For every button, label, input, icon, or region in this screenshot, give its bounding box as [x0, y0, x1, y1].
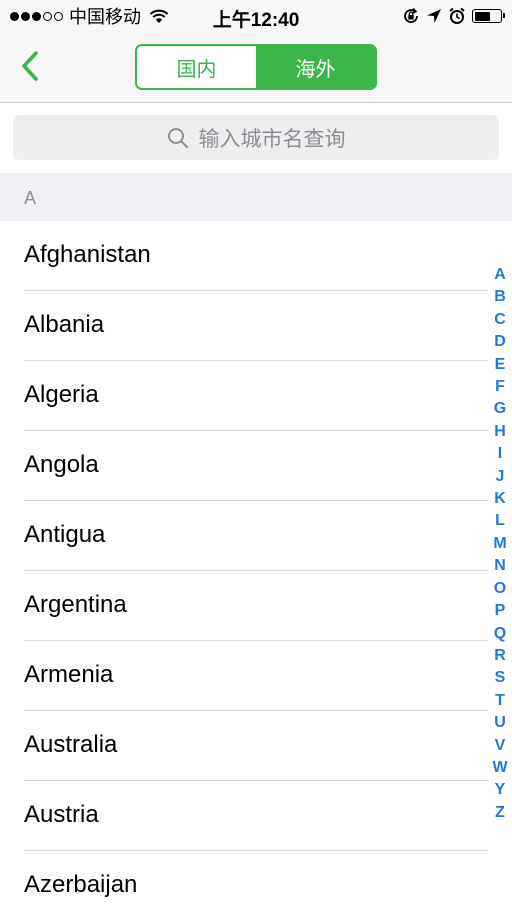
index-letter[interactable]: Z	[495, 802, 505, 824]
list-item-label: Albania	[24, 311, 105, 338]
index-letter[interactable]: H	[494, 421, 506, 443]
index-letter[interactable]: G	[494, 398, 506, 420]
index-letter[interactable]: Q	[494, 623, 506, 645]
list-item-label: Afghanistan	[24, 241, 151, 268]
index-letter[interactable]: S	[495, 667, 506, 689]
index-letter-list: ABCDEFGHIJKLMNOPQRSTUVWYZ	[488, 264, 512, 824]
index-letter[interactable]: I	[498, 443, 502, 465]
index-letter[interactable]: W	[492, 757, 507, 779]
section-header-label: A	[24, 188, 37, 208]
list-item[interactable]: Australia	[0, 711, 488, 781]
index-letter[interactable]: T	[495, 690, 505, 712]
list-item-label: Angola	[24, 451, 99, 478]
index-letter[interactable]: P	[495, 600, 506, 622]
section-header: A	[0, 173, 512, 221]
list-item-label: Algeria	[24, 381, 99, 408]
battery-icon	[472, 9, 505, 23]
index-letter[interactable]: K	[494, 488, 506, 510]
list-item[interactable]: Angola	[0, 431, 488, 501]
alphabet-index-bar[interactable]: ABCDEFGHIJKLMNOPQRSTUVWYZ	[488, 221, 512, 908]
list-item[interactable]: Afghanistan	[0, 221, 488, 291]
list-item[interactable]: Austria	[0, 781, 488, 851]
index-letter[interactable]: R	[494, 645, 506, 667]
list-item[interactable]: Albania	[0, 291, 488, 361]
search-input[interactable]: 输入城市名查询	[13, 115, 499, 160]
segmented-control: 国内 海外	[135, 44, 377, 90]
index-letter[interactable]: V	[495, 735, 506, 757]
index-letter[interactable]: L	[495, 510, 505, 532]
rotation-lock-icon	[404, 7, 418, 23]
list-item[interactable]: Armenia	[0, 641, 488, 711]
search-area: 输入城市名查询	[0, 103, 512, 173]
index-letter[interactable]: D	[494, 331, 506, 353]
country-list: Afghanistan Albania Algeria Angola Antig…	[0, 221, 488, 921]
index-letter[interactable]: U	[494, 712, 506, 734]
index-letter[interactable]: C	[494, 309, 506, 331]
index-letter[interactable]: Y	[495, 779, 506, 801]
index-letter[interactable]: B	[494, 286, 506, 308]
index-letter[interactable]: O	[494, 578, 506, 600]
index-letter[interactable]: N	[494, 555, 506, 577]
location-arrow-icon	[427, 9, 441, 23]
list-item-label: Azerbaijan	[24, 871, 138, 898]
index-letter[interactable]: E	[495, 354, 506, 376]
list-item-label: Argentina	[24, 591, 127, 618]
chevron-left-icon[interactable]	[14, 48, 50, 84]
list-item[interactable]: Azerbaijan	[0, 851, 488, 921]
search-icon	[167, 127, 188, 148]
segment-overseas[interactable]: 海外	[256, 46, 375, 88]
index-letter[interactable]: J	[496, 466, 505, 488]
index-letter[interactable]: A	[494, 264, 506, 286]
list-item[interactable]: Algeria	[0, 361, 488, 431]
status-bar: 中国移动 上午12:40	[0, 0, 512, 34]
index-letter[interactable]: M	[493, 533, 506, 555]
list-item-label: Antigua	[24, 521, 106, 548]
list-item-label: Armenia	[24, 661, 114, 688]
alarm-icon	[449, 7, 465, 24]
list-item[interactable]: Antigua	[0, 501, 488, 571]
list-item-label: Australia	[24, 731, 118, 758]
navigation-bar: 国内 海外	[0, 34, 512, 103]
list-item-label: Austria	[24, 801, 99, 828]
search-placeholder: 输入城市名查询	[198, 127, 346, 151]
segment-domestic[interactable]: 国内	[137, 46, 256, 88]
list-item[interactable]: Argentina	[0, 571, 488, 641]
index-letter[interactable]: F	[495, 376, 505, 398]
status-right	[402, 6, 505, 26]
